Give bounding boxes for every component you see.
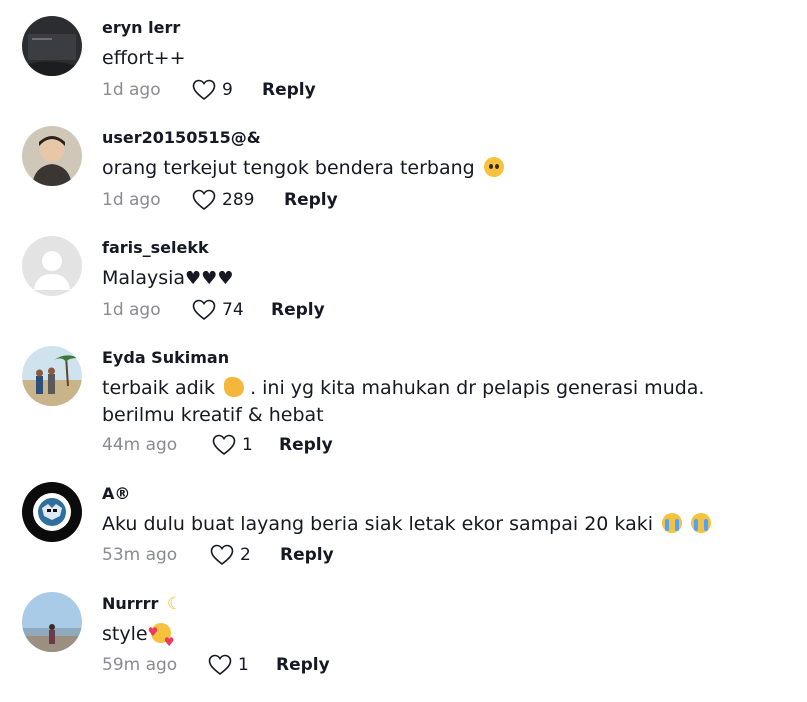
- comment-text-line: style: [102, 623, 148, 645]
- like-count: 1: [242, 435, 253, 455]
- comment-text-line: . ini yg kita mahukan dr pelapis generas…: [250, 377, 705, 399]
- like-count: 2: [240, 545, 251, 565]
- comment-username[interactable]: Eyda Sukiman: [102, 348, 229, 367]
- heart-icon: [208, 654, 232, 676]
- reply-button[interactable]: Reply: [279, 435, 333, 455]
- comment-text: orang terkejut tengok bendera terbang: [102, 155, 792, 182]
- comment-text-line: effort++: [102, 47, 186, 69]
- like-count: 9: [222, 80, 233, 100]
- comment-username[interactable]: user20150515@&: [102, 128, 261, 147]
- comment-username[interactable]: faris_selekk: [102, 238, 209, 257]
- like-button[interactable]: 1: [212, 432, 253, 458]
- comment-username-text: Nurrrr: [102, 594, 159, 613]
- comment-item: faris_selekk Malaysia♥♥♥ 1d ago 74 Reply: [0, 236, 807, 346]
- black-heart-emoji: ♥: [217, 268, 234, 289]
- like-count: 74: [222, 300, 244, 320]
- comment-text: Aku dulu buat layang beria siak letak ek…: [102, 511, 792, 538]
- comment-text: terbaik adik . ini yg kita mahukan dr pe…: [102, 375, 792, 429]
- comment-text-line: Malaysia: [102, 267, 186, 289]
- comment-text-line: terbaik adik: [102, 377, 215, 399]
- black-heart-emoji: ♥: [185, 268, 202, 289]
- comment-time: 59m ago: [102, 655, 178, 675]
- comment-username[interactable]: eryn lerr: [102, 18, 180, 37]
- comment-text: style: [102, 619, 792, 656]
- comment-time: 53m ago: [102, 545, 178, 565]
- like-count: 1: [238, 655, 249, 675]
- comment-item: user20150515@& orang terkejut tengok ben…: [0, 126, 807, 236]
- heart-icon: [192, 299, 216, 321]
- crying-face-emoji: [662, 513, 683, 533]
- flexed-biceps-emoji: [224, 377, 245, 397]
- comment-item: A® Aku dulu buat layang beria siak letak…: [0, 482, 807, 592]
- reply-button[interactable]: Reply: [276, 655, 330, 675]
- crescent-moon-emoji: ☾: [166, 594, 183, 614]
- comment-time: 44m ago: [102, 435, 178, 455]
- avatar[interactable]: [22, 592, 82, 652]
- comment-time: 1d ago: [102, 80, 161, 100]
- comment-text: Malaysia♥♥♥: [102, 265, 792, 292]
- avatar[interactable]: [22, 236, 82, 296]
- like-button[interactable]: 74: [192, 297, 244, 323]
- reply-button[interactable]: Reply: [271, 300, 325, 320]
- like-button[interactable]: 289: [192, 187, 254, 213]
- comment-username[interactable]: A®: [102, 484, 130, 503]
- avatar[interactable]: [22, 16, 82, 76]
- reply-button[interactable]: Reply: [262, 80, 316, 100]
- comment-text: effort++: [102, 45, 792, 72]
- avatar[interactable]: [22, 482, 82, 542]
- like-count: 289: [222, 190, 255, 210]
- comment-text-line: orang terkejut tengok bendera terbang: [102, 157, 475, 179]
- crying-face-emoji: [691, 513, 712, 533]
- avatar[interactable]: [22, 346, 82, 406]
- pleading-face-emoji: [483, 157, 504, 177]
- comment-time: 1d ago: [102, 300, 161, 320]
- comment-item: Nurrrr ☾ style 59m ago 1 Reply: [0, 592, 807, 702]
- comment-item: Eyda Sukiman terbaik adik . ini yg kita …: [0, 346, 807, 456]
- comment-text-line: Aku dulu buat layang beria siak letak ek…: [102, 513, 654, 535]
- reply-button[interactable]: Reply: [280, 545, 334, 565]
- heart-icon: [192, 189, 216, 211]
- heart-icon: [210, 544, 234, 566]
- avatar[interactable]: [22, 126, 82, 186]
- heart-icon: [212, 434, 236, 456]
- black-heart-emoji: ♥: [201, 268, 218, 289]
- comment-username[interactable]: Nurrrr ☾: [102, 594, 182, 614]
- comment-time: 1d ago: [102, 190, 161, 210]
- like-button[interactable]: 1: [208, 652, 249, 678]
- smiling-hearts-emoji: [148, 619, 175, 656]
- comment-text-line: berilmu kreatif & hebat: [102, 404, 324, 426]
- heart-icon: [192, 79, 216, 101]
- like-button[interactable]: 2: [210, 542, 251, 568]
- comment-item: eryn lerr effort++ 1d ago 9 Reply: [0, 16, 807, 126]
- reply-button[interactable]: Reply: [284, 190, 338, 210]
- like-button[interactable]: 9: [192, 77, 233, 103]
